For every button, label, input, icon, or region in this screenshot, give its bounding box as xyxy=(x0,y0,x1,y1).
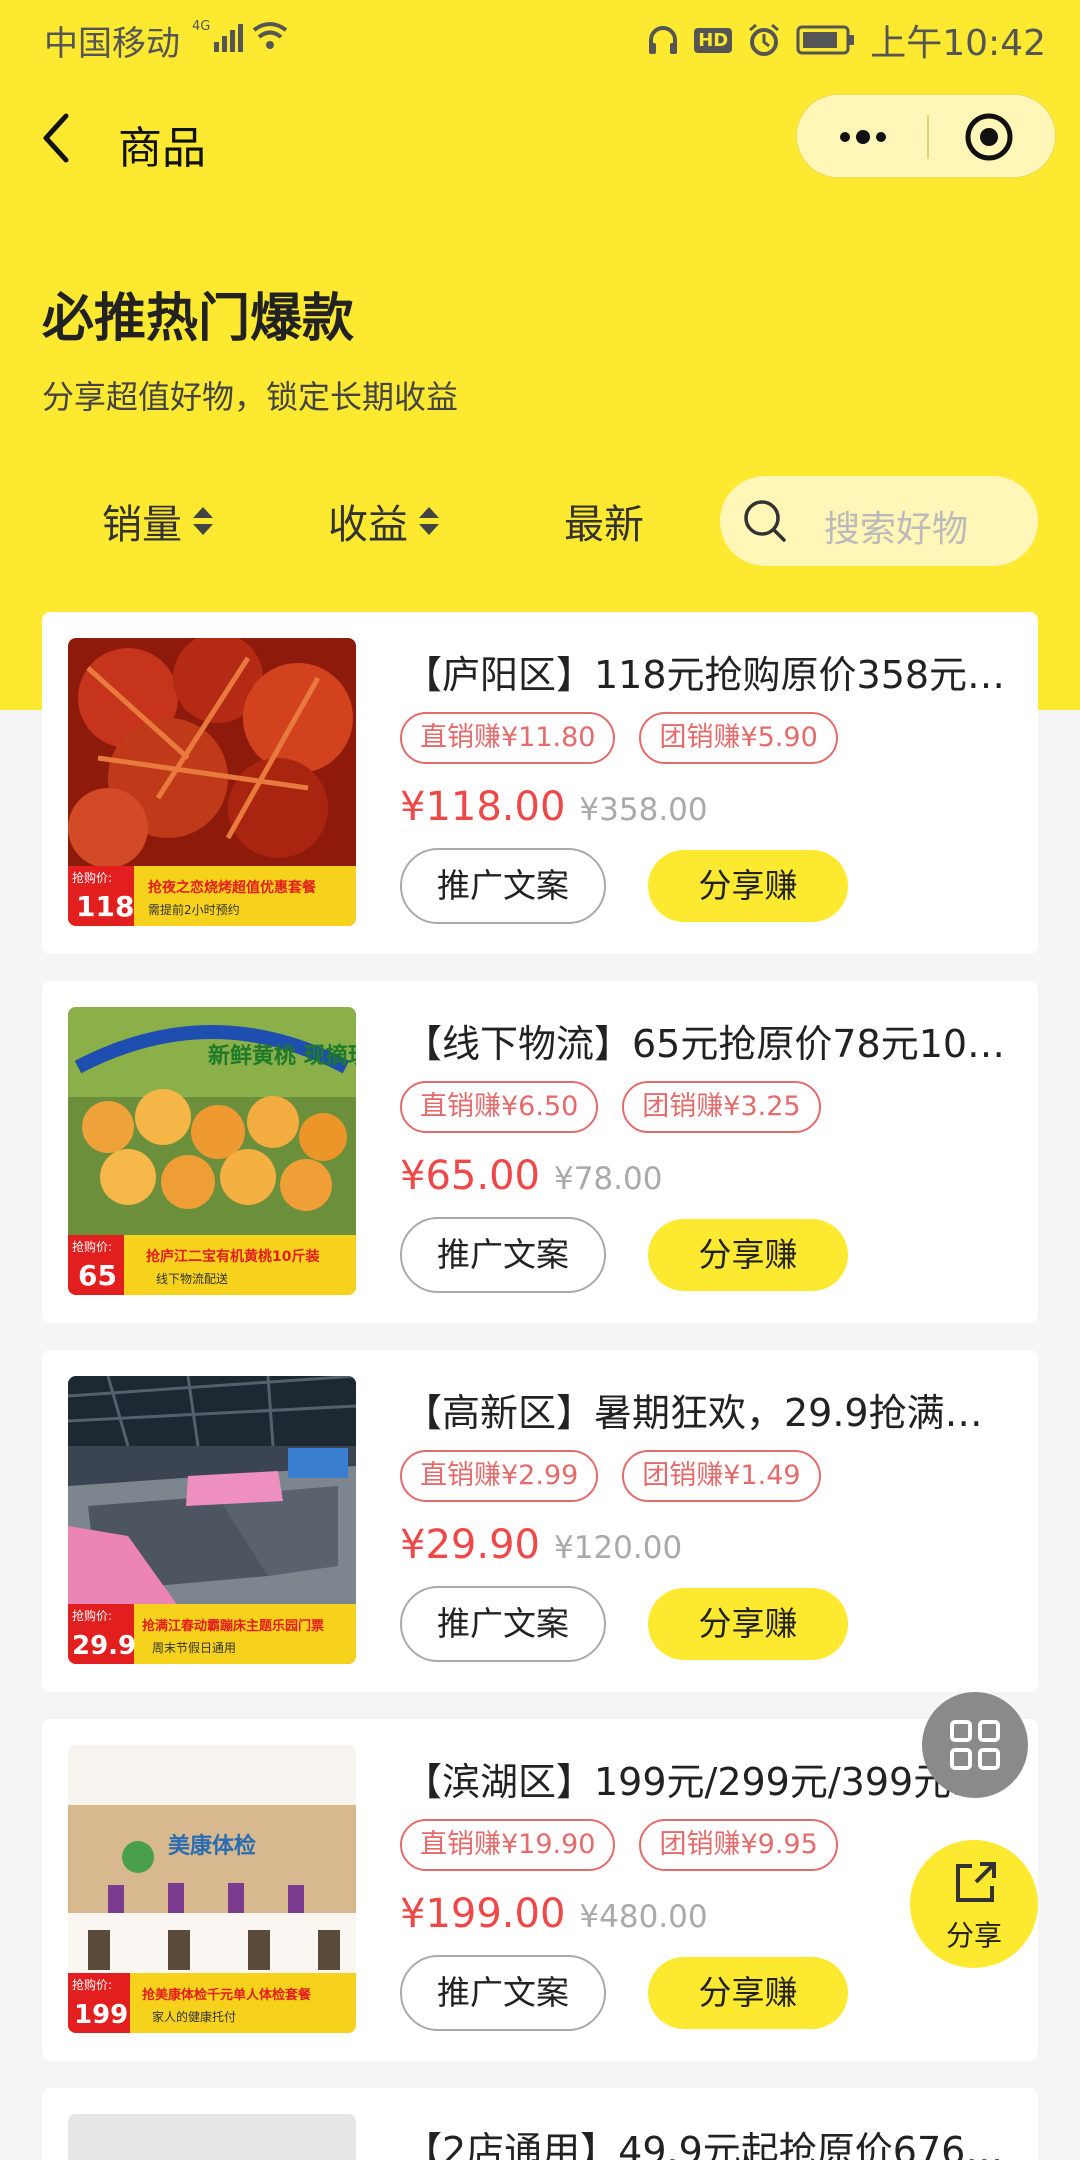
sale-price: ¥29.90 xyxy=(400,1522,540,1568)
product-card[interactable]: 美康体检 抢购价: 199 抢美康体检千元单人体检套餐 家人的健康托付 【滨湖区… xyxy=(42,1719,1038,2061)
product-title: 【庐阳区】118元抢购原价358元… xyxy=(404,653,1006,697)
sort-earnings[interactable]: 收益 xyxy=(328,492,442,550)
promo-copy-button[interactable]: 推广文案 xyxy=(400,1586,606,1662)
product-card[interactable]: 抢购价: 118 抢夜之恋烧烤超值优惠套餐 需提前2小时预约 【庐阳区】118元… xyxy=(42,612,1038,954)
price-row: ¥65.00 ¥78.00 xyxy=(400,1153,662,1199)
sale-price: ¥118.00 xyxy=(400,784,566,830)
share-earn-button[interactable]: 分享赚 xyxy=(648,1957,848,2029)
mini-program-capsule xyxy=(796,94,1056,178)
promo-copy-button[interactable]: 推广文案 xyxy=(400,1217,606,1293)
direct-earn-tag: 直销赚¥11.80 xyxy=(400,712,616,764)
share-out-icon xyxy=(956,1862,996,1902)
sort-earnings-label: 收益 xyxy=(328,502,408,548)
promo-copy-button[interactable]: 推广文案 xyxy=(400,848,606,924)
status-bar: 中国移动 4G HD 上午10:42 xyxy=(0,0,1080,74)
back-arrow-icon[interactable] xyxy=(36,108,80,168)
product-card[interactable]: 【2店通用】49.9元起抢原价676… xyxy=(42,2088,1038,2160)
network-type-label: 4G xyxy=(192,19,210,34)
more-dots-icon[interactable] xyxy=(831,113,895,161)
direct-earn-tag: 直销赚¥6.50 xyxy=(400,1081,599,1133)
price-row: ¥118.00 ¥358.00 xyxy=(400,784,708,830)
carrier-label: 中国移动 xyxy=(44,24,180,64)
sort-arrows-icon xyxy=(419,507,439,535)
product-image[interactable]: 美康体检 抢购价: 199 抢美康体检千元单人体检套餐 家人的健康托付 xyxy=(68,1745,356,2033)
product-title: 【2店通用】49.9元起抢原价676… xyxy=(404,2129,1004,2160)
product-image[interactable]: 新鲜黄桃 现摘现卖 抢购价: 65 抢庐江二宝有机黄桃10斤装 线下物流配送 xyxy=(68,1007,356,1295)
thumb-price: 29.9 xyxy=(72,1631,136,1661)
sale-price: ¥199.00 xyxy=(400,1891,566,1937)
sort-sales-label: 销量 xyxy=(102,502,182,548)
grid-icon xyxy=(950,1720,1000,1770)
thumb-price: 118 xyxy=(76,890,134,923)
capsule-divider xyxy=(927,115,929,159)
thumb-caption: 抢满江春动霸蹦床主题乐园门票 xyxy=(142,1618,324,1634)
page-title: 商品 xyxy=(118,123,206,174)
sort-latest-label: 最新 xyxy=(564,502,644,548)
thumb-price: 65 xyxy=(78,1259,117,1292)
original-price: ¥120.00 xyxy=(553,1530,683,1566)
thumb-price-label: 抢购价: xyxy=(72,1239,112,1254)
alarm-icon xyxy=(749,23,780,56)
clock-label: 上午10:42 xyxy=(870,23,1046,64)
hero-headline: 必推热门爆款 xyxy=(42,289,355,349)
hero-subline: 分享超值好物，锁定长期收益 xyxy=(42,378,459,416)
original-price: ¥78.00 xyxy=(553,1161,663,1197)
thumb-sub: 线下物流配送 xyxy=(156,1271,228,1286)
sort-arrows-icon xyxy=(193,507,213,535)
product-title: 【高新区】暑期狂欢，29.9抢满… xyxy=(404,1391,983,1435)
headphone-icon xyxy=(649,26,678,54)
search-box[interactable]: 搜索好物 xyxy=(720,476,1038,566)
share-earn-button[interactable]: 分享赚 xyxy=(648,1219,848,1291)
price-row: ¥199.00 ¥480.00 xyxy=(400,1891,708,1937)
price-row: ¥29.90 ¥120.00 xyxy=(400,1522,682,1568)
search-placeholder: 搜索好物 xyxy=(824,509,969,550)
thumb-hint: 美康体检 xyxy=(168,1833,256,1859)
thumb-hint: 新鲜黄桃 现摘现卖 xyxy=(208,1043,356,1069)
original-price: ¥358.00 xyxy=(579,792,708,828)
search-icon xyxy=(744,500,786,542)
direct-earn-tag: 直销赚¥2.99 xyxy=(400,1450,599,1502)
group-earn-tag: 团销赚¥9.95 xyxy=(639,1819,838,1871)
close-target-icon[interactable] xyxy=(963,111,1015,163)
thumb-price-label: 抢购价: xyxy=(72,870,112,885)
promo-copy-button[interactable]: 推广文案 xyxy=(400,1955,606,2031)
hd-icon: HD xyxy=(694,27,733,53)
category-grid-button[interactable] xyxy=(922,1692,1028,1798)
sort-sales[interactable]: 销量 xyxy=(102,492,216,550)
group-earn-tag: 团销赚¥1.49 xyxy=(622,1450,821,1502)
thumb-price-label: 抢购价: xyxy=(72,1608,112,1623)
product-image[interactable]: 抢购价: 29.9 抢满江春动霸蹦床主题乐园门票 周末节假日通用 xyxy=(68,1376,356,1664)
share-earn-button[interactable]: 分享赚 xyxy=(648,850,848,922)
product-image[interactable] xyxy=(68,2114,356,2160)
thumb-caption: 抢美康体检千元单人体检套餐 xyxy=(142,1987,312,2003)
thumb-caption: 抢庐江二宝有机黄桃10斤装 xyxy=(146,1248,320,1265)
product-card[interactable]: 抢购价: 29.9 抢满江春动霸蹦床主题乐园门票 周末节假日通用 【高新区】暑期… xyxy=(42,1350,1038,1692)
share-fab-label: 分享 xyxy=(945,1919,1002,1952)
signal-wifi-icon: 4G xyxy=(192,19,288,52)
thumb-sub: 需提前2小时预约 xyxy=(148,902,240,917)
share-fab-button[interactable]: 分享 xyxy=(910,1840,1038,1968)
sort-latest[interactable]: 最新 xyxy=(564,492,644,550)
thumb-sub: 家人的健康托付 xyxy=(152,2009,236,2024)
thumb-sub: 周末节假日通用 xyxy=(152,1641,236,1655)
thumb-price-label: 抢购价: xyxy=(72,1977,112,1992)
product-image[interactable]: 抢购价: 118 抢夜之恋烧烤超值优惠套餐 需提前2小时预约 xyxy=(68,638,356,926)
thumb-caption: 抢夜之恋烧烤超值优惠套餐 xyxy=(148,879,317,896)
share-earn-button[interactable]: 分享赚 xyxy=(648,1588,848,1660)
product-card[interactable]: 新鲜黄桃 现摘现卖 抢购价: 65 抢庐江二宝有机黄桃10斤装 线下物流配送 【… xyxy=(42,981,1038,1323)
thumb-price: 199 xyxy=(74,2000,128,2030)
direct-earn-tag: 直销赚¥19.90 xyxy=(400,1819,616,1871)
product-title: 【线下物流】65元抢原价78元10… xyxy=(404,1022,1006,1066)
battery-icon xyxy=(796,25,855,55)
sale-price: ¥65.00 xyxy=(400,1153,540,1199)
original-price: ¥480.00 xyxy=(579,1899,708,1935)
group-earn-tag: 团销赚¥5.90 xyxy=(639,712,838,764)
group-earn-tag: 团销赚¥3.25 xyxy=(622,1081,821,1133)
